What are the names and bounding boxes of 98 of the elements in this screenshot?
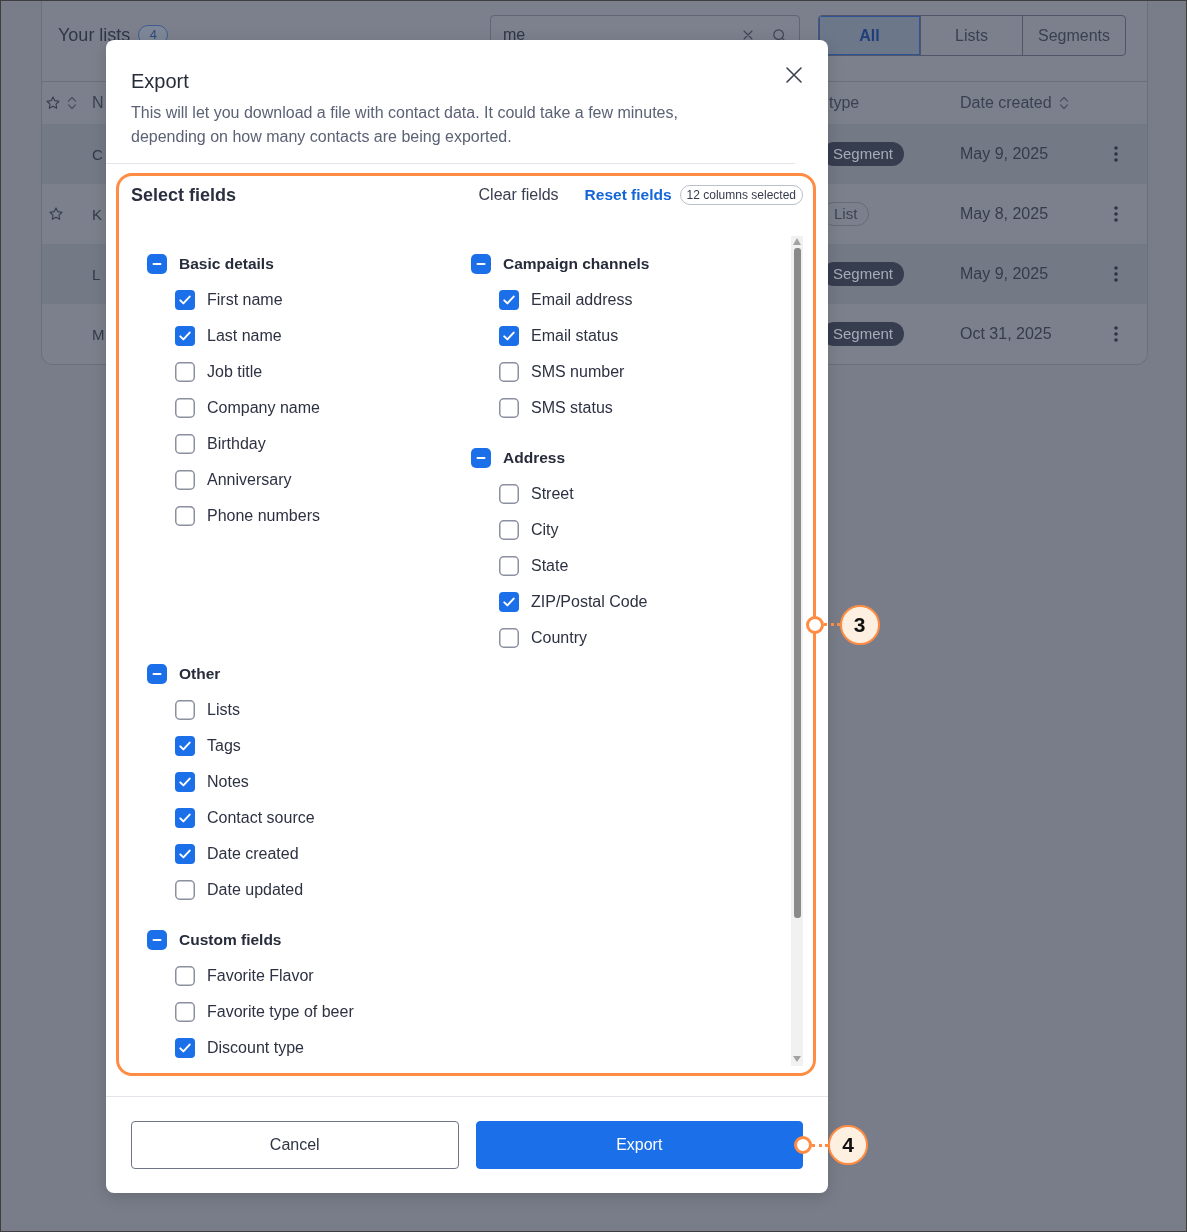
checkbox[interactable] [499,326,519,346]
checkbox[interactable] [175,398,195,418]
checkbox[interactable] [175,844,195,864]
filter-tab[interactable]: Lists [921,16,1023,55]
filter-tab[interactable]: All [819,16,921,55]
checkbox[interactable] [175,772,195,792]
checkbox[interactable] [175,700,195,720]
filter-tab[interactable]: Segments [1023,16,1125,55]
field-label: Date created [207,845,299,863]
checkbox[interactable] [175,808,195,828]
checkbox[interactable] [175,506,195,526]
field-label: Tags [207,737,241,755]
clear-icon[interactable] [743,30,753,40]
checkbox[interactable] [499,520,519,540]
ring-icon [794,1136,812,1154]
scrollbar-thumb[interactable] [793,248,801,918]
field-label: Street [531,485,574,503]
star-icon[interactable] [46,96,60,110]
export-button[interactable]: Export [475,1121,803,1169]
field-label: Anniversary [207,471,292,489]
date-text: Oct 31, 2025 [960,325,1052,343]
more-icon[interactable] [1114,326,1118,342]
field-label: Country [531,629,588,647]
field-label: State [531,557,569,575]
field-label: City [531,521,559,539]
clear-fields-link[interactable]: Clear fields [478,186,559,204]
more-icon[interactable] [1114,146,1118,162]
field-label: First name [207,291,283,309]
date-text: May 8, 2025 [960,205,1049,223]
dialog-description: This will let you download a file with contact data. It could take a few minutes, depending on how many contacts are being exported. [131,103,679,147]
checkbox[interactable] [499,628,519,648]
checkbox[interactable] [175,470,195,490]
checkbox[interactable] [499,398,519,418]
field-label: Email address [531,291,633,309]
scroll-down-icon[interactable] [793,1056,801,1062]
close-icon[interactable] [786,67,802,83]
checkbox[interactable] [499,592,519,612]
field-label: Company name [207,399,320,417]
more-icon[interactable] [1114,266,1118,282]
field-label: SMS status [531,399,613,417]
column-header: type [829,94,860,112]
checkbox[interactable] [499,484,519,504]
list-name: C [92,145,103,163]
checkbox[interactable] [499,362,519,382]
column-header[interactable]: Date created [960,94,1069,112]
field-label: Favorite Flavor [207,967,314,985]
sort-icon[interactable] [1058,96,1069,110]
group-checkbox[interactable] [147,254,167,274]
section-title: Select fields [131,184,237,206]
checkbox[interactable] [175,434,195,454]
group-checkbox[interactable] [147,664,167,684]
field-label: Contact source [207,809,315,827]
more-icon[interactable] [1114,206,1118,222]
field-label: SMS number [531,363,625,381]
sort-icon[interactable] [67,96,77,110]
group-label: Address [503,449,566,467]
field-label: Favorite type of beer [207,1003,354,1021]
search-icon[interactable] [773,28,786,42]
checkbox[interactable] [175,326,195,346]
group-label: Basic details [179,255,274,273]
step-badge: 3 [839,604,880,645]
field-label: Lists [207,701,240,719]
group-label: Custom fields [179,931,282,949]
field-label: Job title [207,363,263,381]
checkbox[interactable] [175,1002,195,1022]
list-name: L [92,265,101,283]
group-checkbox[interactable] [471,254,491,274]
field-label: Email status [531,327,619,345]
cancel-button[interactable]: Cancel [131,1121,459,1169]
field-label: Notes [207,773,249,791]
column-header: N [92,94,104,112]
checkbox[interactable] [175,362,195,382]
checkbox[interactable] [499,556,519,576]
scrollbar-track[interactable] [791,236,803,1066]
dialog-title: Export [131,69,189,93]
field-label: Last name [207,327,282,345]
group-checkbox[interactable] [147,930,167,950]
checkbox[interactable] [499,290,519,310]
field-label: Phone numbers [207,507,320,525]
date-text: May 9, 2025 [960,145,1049,163]
checkbox[interactable] [175,736,195,756]
group-checkbox[interactable] [471,448,491,468]
checkbox[interactable] [175,290,195,310]
list-name: K [92,205,102,223]
step-badge: 4 [828,1125,868,1165]
group-label: Campaign channels [503,255,650,273]
list-name: M [92,325,105,343]
reset-fields-link[interactable]: Reset fields [584,186,672,204]
field-label: Birthday [207,435,266,453]
field-label: ZIP/Postal Code [531,593,648,611]
checkbox[interactable] [175,880,195,900]
group-label: Other [179,665,221,683]
field-label: Discount type [207,1039,304,1057]
field-label: Date updated [207,881,304,899]
date-text: May 9, 2025 [960,265,1049,283]
star-icon[interactable] [49,207,63,221]
checkbox[interactable] [175,966,195,986]
checkbox[interactable] [175,1038,195,1058]
